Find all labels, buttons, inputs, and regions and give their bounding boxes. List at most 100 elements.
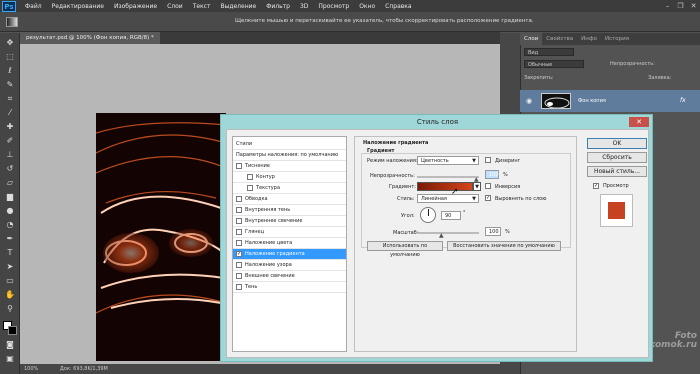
menu-help[interactable]: Справка — [380, 3, 416, 10]
layer-filter-select[interactable]: Вид — [524, 48, 574, 56]
angle-dial[interactable] — [420, 207, 436, 223]
hand-tool-icon[interactable]: ✋ — [3, 289, 17, 301]
blend-mode-select[interactable]: Обычные — [524, 60, 584, 68]
style-item-checkbox[interactable] — [236, 261, 242, 268]
minimize-button[interactable]: – — [661, 2, 674, 10]
tab-layers[interactable]: Слои — [520, 33, 543, 45]
style-item-checkbox[interactable] — [236, 206, 242, 213]
dodge-tool-icon[interactable]: ◔ — [3, 219, 17, 231]
quick-select-icon[interactable]: ✎ — [3, 79, 17, 91]
crop-tool-icon[interactable]: ⌗ — [3, 93, 17, 105]
reset-default-button[interactable]: Восстановить значения по умолчанию — [447, 241, 561, 251]
style-item-checkbox[interactable] — [247, 184, 253, 191]
style-item-checkbox[interactable] — [236, 239, 242, 246]
menu-image[interactable]: Изображение — [109, 3, 162, 10]
dither-checkbox[interactable] — [485, 157, 491, 163]
quick-mask-icon[interactable]: ◙ — [3, 339, 17, 351]
blend-mode-dropdown[interactable]: Цветность ▼ — [417, 156, 479, 165]
style-item-checkbox[interactable]: ✓ — [236, 250, 242, 257]
type-tool-icon[interactable]: T — [3, 247, 17, 259]
menu-3d[interactable]: 3D — [295, 3, 313, 10]
close-window-button[interactable]: ✕ — [687, 2, 700, 10]
align-checkbox[interactable]: ✓ — [485, 195, 491, 201]
tab-info[interactable]: Инфо — [577, 33, 601, 45]
zoom-level[interactable]: 100% — [24, 366, 38, 372]
menu-select[interactable]: Выделение — [215, 3, 261, 10]
move-tool-icon[interactable]: ✥ — [3, 37, 17, 49]
gradient-icon[interactable]: ▆ — [3, 191, 17, 203]
opacity-slider-track[interactable] — [417, 176, 479, 178]
doc-size: Док: 693,8K/1,39M — [59, 366, 108, 372]
stamp-tool-icon[interactable]: ⊥ — [3, 149, 17, 161]
marquee-tool-icon[interactable]: ⬚ — [3, 51, 17, 63]
lasso-tool-icon[interactable]: ℓ — [3, 65, 17, 77]
style-item-checkbox[interactable] — [236, 272, 242, 279]
style-item-checkbox[interactable] — [236, 162, 242, 169]
menu-view[interactable]: Просмотр — [313, 3, 354, 10]
scale-slider-track[interactable] — [417, 232, 479, 234]
style-item[interactable]: Глянец — [233, 227, 346, 238]
menu-filter[interactable]: Фильтр — [261, 3, 295, 10]
opacity-input[interactable]: 100 — [485, 170, 499, 179]
eraser-icon[interactable]: ▱ — [3, 177, 17, 189]
style-item[interactable]: Контур — [233, 172, 346, 183]
menu-file[interactable]: Файл — [20, 3, 47, 10]
style-item[interactable]: Внешнее свечение — [233, 271, 346, 282]
style-item[interactable]: Текстура — [233, 183, 346, 194]
layer-name[interactable]: Фон копия — [578, 98, 606, 104]
gradient-swatch[interactable] — [417, 182, 473, 191]
menu-edit[interactable]: Редактирование — [47, 3, 109, 10]
style-item[interactable]: Наложение цвета — [233, 238, 346, 249]
document-tab[interactable]: результат.psd @ 100% (Фон копия, RGB/8) … — [20, 32, 160, 44]
gradient-tool-icon[interactable] — [6, 17, 18, 27]
menu-text[interactable]: Текст — [188, 3, 216, 10]
style-item[interactable]: Тень — [233, 282, 346, 293]
menu-window[interactable]: Окно — [354, 3, 380, 10]
ok-button[interactable]: OK — [587, 138, 647, 149]
history-brush-icon[interactable]: ↺ — [3, 163, 17, 175]
brush-tool-icon[interactable]: ✐ — [3, 135, 17, 147]
new-style-button[interactable]: Новый стиль... — [587, 166, 647, 177]
restore-button[interactable]: ❐ — [674, 2, 687, 10]
style-item-checkbox[interactable] — [236, 217, 242, 224]
blur-tool-icon[interactable]: ● — [3, 205, 17, 217]
style-item[interactable]: Внутреннее свечение — [233, 216, 346, 227]
style-item[interactable]: Параметры наложения: по умолчанию — [233, 150, 346, 161]
pen-tool-icon[interactable]: ✒ — [3, 233, 17, 245]
style-item[interactable]: Обводка — [233, 194, 346, 205]
screen-mode-icon[interactable]: ▣ — [3, 353, 17, 365]
fx-icon[interactable]: fx — [680, 97, 686, 104]
preview-checkbox[interactable]: ✓ — [593, 183, 599, 189]
tab-history[interactable]: История — [601, 33, 633, 45]
style-item[interactable]: ✓ Наложение градиента — [233, 249, 346, 260]
style-item-checkbox[interactable] — [236, 195, 242, 202]
dialog-close-button[interactable]: ✕ — [629, 117, 649, 127]
style-item-label: Параметры наложения: по умолчанию — [236, 152, 339, 158]
style-item-checkbox[interactable] — [236, 228, 242, 235]
tab-properties[interactable]: Свойства — [542, 33, 577, 45]
menu-layers[interactable]: Слои — [162, 3, 188, 10]
visibility-eye-icon[interactable]: ◉ — [526, 97, 532, 105]
eyedropper-icon[interactable]: ⁄ — [3, 107, 17, 119]
scale-slider-thumb[interactable]: ▲ — [439, 232, 444, 239]
zoom-tool-icon[interactable]: ⚲ — [3, 303, 17, 315]
scale-input[interactable]: 100 — [485, 227, 501, 236]
style-item[interactable]: Внутренняя тень — [233, 205, 346, 216]
style-item-checkbox[interactable] — [247, 173, 253, 180]
shape-tool-icon[interactable]: ▭ — [3, 275, 17, 287]
style-dropdown[interactable]: Линейная ▼ — [417, 194, 479, 203]
background-color[interactable] — [8, 326, 17, 335]
reset-button[interactable]: Сбросить — [587, 152, 647, 163]
filter-kind: Вид — [528, 50, 539, 56]
style-item[interactable]: Наложение узора — [233, 260, 346, 271]
path-select-icon[interactable]: ➤ — [3, 261, 17, 273]
canvas-image[interactable] — [96, 113, 226, 361]
make-default-button[interactable]: Использовать по умолчанию — [367, 241, 443, 258]
healing-brush-icon[interactable]: ✚ — [3, 121, 17, 133]
angle-input[interactable]: 90 — [441, 211, 461, 220]
gradient-dropdown-arrow[interactable]: ▼ — [473, 182, 481, 191]
invert-checkbox[interactable] — [485, 183, 491, 189]
style-item-checkbox[interactable] — [236, 283, 242, 290]
style-item[interactable]: Стили — [233, 139, 346, 150]
style-item[interactable]: Тиснение — [233, 161, 346, 172]
